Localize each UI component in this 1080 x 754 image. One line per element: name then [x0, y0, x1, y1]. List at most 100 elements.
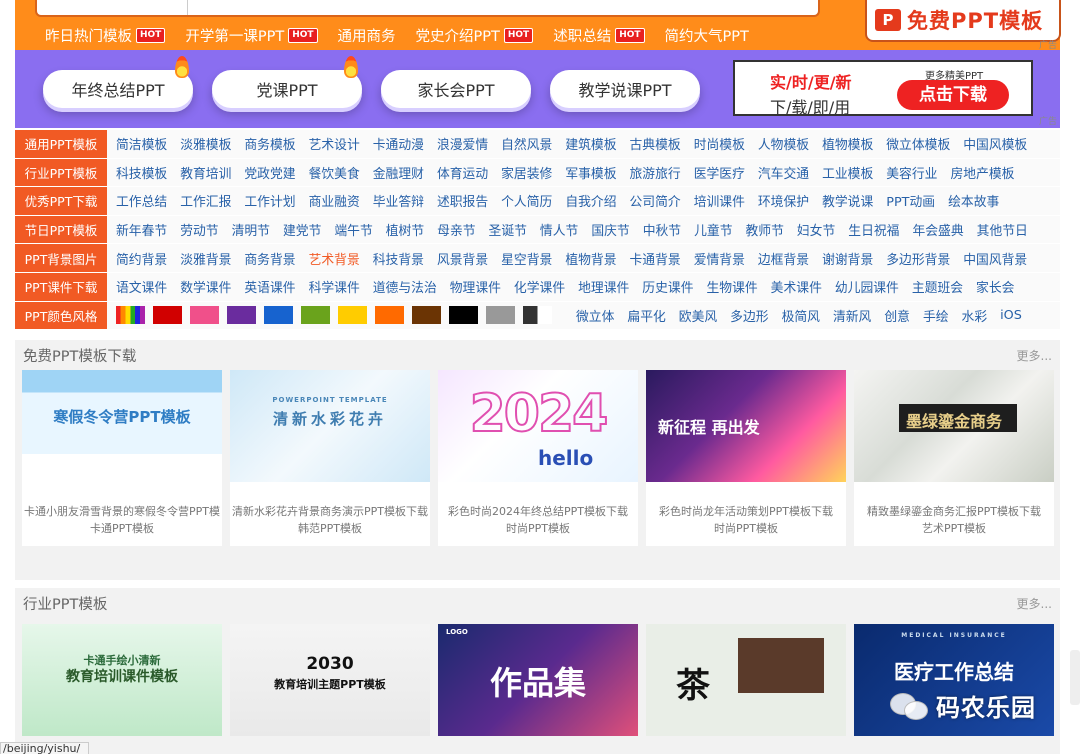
category-link[interactable]: 英语课件 [244, 277, 295, 296]
category-link[interactable]: 工业模板 [822, 163, 873, 182]
style-link[interactable]: 扁平化 [627, 306, 665, 325]
template-title[interactable]: 彩色时尚2024年终总结PPT模板下载 [438, 504, 638, 520]
category-link[interactable]: 淡雅背景 [180, 249, 231, 268]
template-category[interactable]: 时尚PPT模板 [646, 520, 846, 538]
category-link[interactable]: 谢谢背景 [822, 249, 873, 268]
category-link[interactable]: 清明节 [232, 220, 270, 239]
style-link[interactable]: 极简风 [782, 306, 820, 325]
category-link[interactable]: 卡通背景 [630, 249, 681, 268]
category-label[interactable]: 行业PPT模板 [15, 158, 107, 187]
promo-pill-button[interactable]: 家长会PPT [381, 70, 531, 108]
category-link[interactable]: 生日祝福 [848, 220, 899, 239]
category-link[interactable]: 美容行业 [886, 163, 937, 182]
template-card[interactable]: 2024 hello 彩色时尚2024年终总结PPT模板下载 时尚PPT模板 [438, 370, 638, 546]
color-swatch[interactable] [523, 306, 552, 325]
color-swatch[interactable] [412, 306, 441, 325]
template-category[interactable]: 韩范PPT模板 [230, 520, 430, 538]
color-swatch[interactable] [301, 306, 330, 325]
category-link[interactable]: 艺术设计 [309, 134, 360, 153]
hot-link[interactable]: 简约大气PPT [665, 25, 749, 46]
category-link[interactable]: 建党节 [283, 220, 321, 239]
category-link[interactable]: 个人简历 [501, 191, 552, 210]
style-link[interactable]: 欧美风 [679, 306, 717, 325]
style-link[interactable]: iOS [1000, 308, 1022, 323]
category-link[interactable]: 科学课件 [309, 277, 360, 296]
category-label[interactable]: PPT课件下载 [15, 272, 107, 301]
category-link[interactable]: 化学课件 [514, 277, 565, 296]
scrollbar[interactable] [1070, 650, 1080, 705]
template-card[interactable]: 2030 教育培训主题PPT模板 [230, 624, 430, 736]
category-link[interactable]: 劳动节 [180, 220, 218, 239]
category-link[interactable]: 旅游旅行 [630, 163, 681, 182]
category-link[interactable]: 军事模板 [565, 163, 616, 182]
category-link[interactable]: 时尚模板 [694, 134, 745, 153]
category-link[interactable]: 科技背景 [373, 249, 424, 268]
category-link[interactable]: 植树节 [386, 220, 424, 239]
category-link[interactable]: 科技模板 [116, 163, 167, 182]
category-link[interactable]: 淡雅模板 [180, 134, 231, 153]
category-link[interactable]: 风景背景 [437, 249, 488, 268]
category-link[interactable]: 微立体模板 [886, 134, 950, 153]
template-category[interactable]: 时尚PPT模板 [438, 520, 638, 538]
template-thumbnail[interactable]: 寒假冬令营PPT模板 [22, 370, 222, 482]
color-swatch[interactable] [116, 306, 145, 325]
category-link[interactable]: 工作总结 [116, 191, 167, 210]
hot-link[interactable]: 党史介绍PPT HOT [416, 25, 534, 46]
category-link[interactable]: 医学医疗 [694, 163, 745, 182]
category-link[interactable]: 简洁模板 [116, 134, 167, 153]
category-link[interactable]: PPT动画 [886, 191, 935, 210]
template-card[interactable]: 墨绿鎏金商务 精致墨绿鎏金商务汇报PPT模板下载 艺术PPT模板 [854, 370, 1054, 546]
color-swatch[interactable] [190, 306, 219, 325]
category-label[interactable]: PPT颜色风格 [15, 301, 107, 330]
category-link[interactable]: 星空背景 [501, 249, 552, 268]
template-thumbnail[interactable]: POWERPOINT TEMPLATE 清新水彩花卉 [230, 370, 430, 482]
category-link[interactable]: 环境保护 [758, 191, 809, 210]
color-swatch[interactable] [486, 306, 515, 325]
category-link[interactable]: 语文课件 [116, 277, 167, 296]
category-link[interactable]: 道德与法治 [373, 277, 437, 296]
category-link[interactable]: 国庆节 [591, 220, 629, 239]
promo-pill-button[interactable]: 年终总结PPT [43, 56, 193, 108]
category-link[interactable]: 党政党建 [244, 163, 295, 182]
category-link[interactable]: 历史课件 [642, 277, 693, 296]
template-category[interactable]: 卡通PPT模板 [22, 520, 222, 538]
category-link[interactable]: 美术课件 [771, 277, 822, 296]
category-link[interactable]: 幼儿园课件 [835, 277, 899, 296]
category-link[interactable]: 端午节 [334, 220, 372, 239]
category-link[interactable]: 年会盛典 [912, 220, 963, 239]
template-card[interactable]: 卡通手绘小清新 教育培训课件模板 [22, 624, 222, 736]
category-link[interactable]: 中国风背景 [963, 249, 1027, 268]
template-thumbnail[interactable]: 新征程 再出发 [646, 370, 846, 482]
category-link[interactable]: 生物课件 [706, 277, 757, 296]
style-link[interactable]: 手绘 [923, 306, 949, 325]
template-thumbnail[interactable]: 2030 教育培训主题PPT模板 [230, 624, 430, 736]
category-link[interactable]: 卡通动漫 [373, 134, 424, 153]
category-link[interactable]: 餐饮美食 [309, 163, 360, 182]
download-button[interactable]: 点击下载 [897, 80, 1009, 110]
category-link[interactable]: 古典模板 [630, 134, 681, 153]
category-link[interactable]: 主题班会 [912, 277, 963, 296]
style-link[interactable]: 多边形 [730, 306, 768, 325]
template-category[interactable]: 艺术PPT模板 [854, 520, 1054, 538]
category-link[interactable]: 简约背景 [116, 249, 167, 268]
more-link[interactable]: 更多... [1017, 347, 1052, 364]
style-link[interactable]: 创意 [884, 306, 910, 325]
category-link[interactable]: 工作汇报 [180, 191, 231, 210]
category-link[interactable]: 边框背景 [758, 249, 809, 268]
category-link[interactable]: 妇女节 [797, 220, 835, 239]
hot-link[interactable]: 述职总结 HOT [553, 25, 645, 46]
category-label[interactable]: 优秀PPT下载 [15, 187, 107, 215]
template-thumbnail[interactable]: LOGO 作品集 [438, 624, 638, 736]
category-link[interactable]: 人物模板 [758, 134, 809, 153]
template-thumbnail[interactable]: 茶 [646, 624, 846, 736]
template-card[interactable]: 寒假冬令营PPT模板 卡通小朋友滑雪背景的寒假冬令营PPT模 卡通PPT模板 [22, 370, 222, 546]
template-card[interactable]: 新征程 再出发 彩色时尚龙年活动策划PPT模板下载 时尚PPT模板 [646, 370, 846, 546]
category-link[interactable]: 教育培训 [180, 163, 231, 182]
download-ad[interactable]: 实/时/更/新 下/载/即/用 更多精美PPT 点击下载 [733, 60, 1033, 117]
category-link[interactable]: 商务模板 [244, 134, 295, 153]
more-link[interactable]: 更多... [1017, 595, 1052, 612]
category-label[interactable]: PPT背景图片 [15, 244, 107, 272]
category-link[interactable]: 情人节 [540, 220, 578, 239]
category-link[interactable]: 汽车交通 [758, 163, 809, 182]
category-label[interactable]: 通用PPT模板 [15, 130, 107, 158]
